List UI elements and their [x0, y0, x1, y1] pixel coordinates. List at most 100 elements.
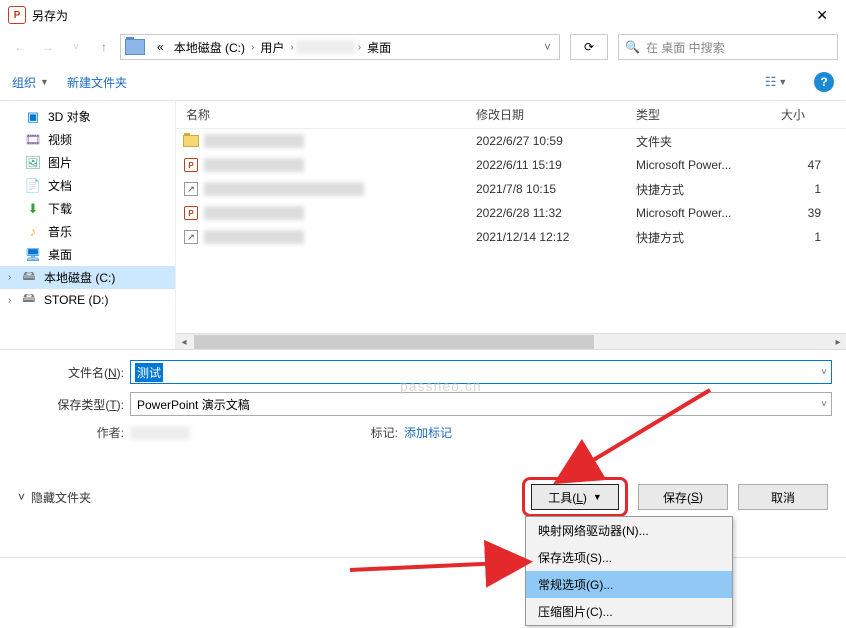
file-row[interactable]: ↗ 2021/7/8 10:15快捷方式1 — [176, 177, 846, 201]
sidebar-item-downloads[interactable]: ⬇下载 — [0, 197, 175, 220]
address-bar[interactable]: « 本地磁盘 (C:) › 用户 › › 桌面 ˅ — [120, 34, 560, 60]
chevron-down-icon: ▼ — [593, 492, 602, 502]
file-type: Microsoft Power... — [636, 158, 781, 172]
nav-back-button[interactable]: ← — [8, 35, 32, 59]
app-icon: P — [8, 6, 26, 24]
download-icon: ⬇ — [24, 201, 42, 217]
file-size: 1 — [781, 182, 821, 196]
menu-item-general-options[interactable]: 常规选项(G)... — [526, 571, 732, 598]
scroll-thumb[interactable] — [194, 335, 594, 349]
sidebar-item-pictures[interactable]: 🖼图片 — [0, 151, 175, 174]
view-options-button[interactable]: ☷▼ — [756, 72, 796, 92]
menu-item-save-options[interactable]: 保存选项(S)... — [526, 544, 732, 571]
file-size: 47 — [781, 158, 821, 172]
filetype-select[interactable]: PowerPoint 演示文稿 ˅ — [130, 392, 832, 416]
add-tag-link[interactable]: 添加标记 — [404, 424, 452, 441]
image-icon: 🖼 — [24, 155, 42, 171]
author-value-blurred[interactable] — [130, 426, 190, 440]
sidebar-item-drive-d[interactable]: ›🖴STORE (D:) — [0, 289, 175, 311]
menu-item-map-drive[interactable]: 映射网络驱动器(N)... — [526, 517, 732, 544]
horizontal-scrollbar[interactable]: ◂ ▸ — [176, 333, 846, 349]
filetype-label: 保存类型(T): — [14, 396, 130, 413]
chevron-right-icon: › — [251, 42, 254, 53]
file-type: 快捷方式 — [636, 229, 781, 246]
menu-item-compress-pictures[interactable]: 压缩图片(C)... — [526, 598, 732, 625]
sidebar-item-videos[interactable]: 🎞视频 — [0, 128, 175, 151]
file-row[interactable]: P 2022/6/28 11:32Microsoft Power...39 — [176, 201, 846, 225]
window-title: 另存为 — [32, 7, 68, 24]
drive-icon: 🖴 — [20, 270, 38, 286]
column-header-type[interactable]: 类型 — [636, 106, 781, 123]
folder-icon — [183, 135, 199, 147]
file-name-blurred — [204, 182, 364, 196]
chevron-right-icon: › — [358, 42, 361, 53]
search-input[interactable]: 🔍 在 桌面 中搜索 — [618, 34, 838, 60]
scroll-right-icon[interactable]: ▸ — [830, 334, 846, 350]
breadcrumb-seg[interactable]: 用户 — [256, 37, 288, 58]
chevron-down-icon: ˅ — [18, 490, 25, 504]
annotation-highlight-box: 工具(L) ▼ — [522, 477, 628, 517]
sidebar-item-documents[interactable]: 📄文档 — [0, 174, 175, 197]
breadcrumb-seg[interactable]: 本地磁盘 (C:) — [170, 37, 249, 58]
sidebar-item-music[interactable]: ♪音乐 — [0, 220, 175, 243]
sidebar: ▣3D 对象 🎞视频 🖼图片 📄文档 ⬇下载 ♪音乐 🖥桌面 ›🖴本地磁盘 (C… — [0, 101, 175, 349]
file-date: 2022/6/28 11:32 — [476, 206, 636, 220]
file-row[interactable]: 2022/6/27 10:59文件夹 — [176, 129, 846, 153]
nav-forward-button[interactable]: → — [36, 35, 60, 59]
caret-icon[interactable]: › — [8, 272, 11, 283]
sidebar-item-drive-c[interactable]: ›🖴本地磁盘 (C:) — [0, 266, 175, 289]
save-button[interactable]: 保存(S) — [638, 484, 728, 510]
sidebar-item-desktop[interactable]: 🖥桌面 — [0, 243, 175, 266]
film-icon: 🎞 — [24, 132, 42, 148]
breadcrumb-seg[interactable]: 桌面 — [363, 37, 395, 58]
chevron-down-icon[interactable]: ˅ — [821, 367, 827, 378]
organize-button[interactable]: 组织▼ — [12, 74, 49, 91]
file-row[interactable]: ↗ 2021/12/14 12:12快捷方式1 — [176, 225, 846, 249]
music-icon: ♪ — [24, 224, 42, 240]
breadcrumb-prefix: « — [153, 38, 168, 56]
help-button[interactable]: ? — [814, 72, 834, 92]
file-type: Microsoft Power... — [636, 206, 781, 220]
filename-label: 文件名(N): — [14, 364, 130, 381]
chevron-down-icon[interactable]: ˅ — [821, 399, 827, 410]
tools-dropdown-menu: 映射网络驱动器(N)... 保存选项(S)... 常规选项(G)... 压缩图片… — [525, 516, 733, 626]
file-date: 2021/12/14 12:12 — [476, 230, 636, 244]
desktop-icon: 🖥 — [24, 247, 42, 263]
file-row[interactable]: P2022/6/11 15:19Microsoft Power...47 — [176, 153, 846, 177]
scroll-left-icon[interactable]: ◂ — [176, 334, 192, 350]
nav-up-button[interactable]: ↑ — [92, 35, 116, 59]
file-date: 2021/7/8 10:15 — [476, 182, 636, 196]
column-header-date[interactable]: 修改日期 — [476, 106, 636, 123]
file-list: 名称 修改日期 类型 大小 2022/6/27 10:59文件夹P2022/6/… — [175, 101, 846, 349]
search-placeholder: 在 桌面 中搜索 — [646, 39, 725, 56]
column-header-size[interactable]: 大小 — [781, 106, 831, 123]
file-size: 39 — [781, 206, 821, 220]
cancel-button[interactable]: 取消 — [738, 484, 828, 510]
shortcut-icon: ↗ — [184, 182, 198, 196]
file-size: 1 — [781, 230, 821, 244]
hide-folders-toggle[interactable]: ˅ 隐藏文件夹 — [18, 489, 91, 506]
column-header-name[interactable]: 名称 — [176, 106, 476, 123]
file-date: 2022/6/27 10:59 — [476, 134, 636, 148]
file-name-blurred — [204, 134, 304, 148]
caret-icon[interactable]: › — [8, 295, 11, 306]
address-dropdown-icon[interactable]: ˅ — [536, 40, 559, 54]
file-type: 快捷方式 — [636, 181, 781, 198]
filename-input[interactable]: 测试 ˅ — [130, 360, 832, 384]
filetype-value: PowerPoint 演示文稿 — [137, 396, 250, 413]
file-date: 2022/6/11 15:19 — [476, 158, 636, 172]
chevron-right-icon: › — [290, 42, 293, 53]
shortcut-icon: ↗ — [184, 230, 198, 244]
breadcrumb-seg-blurred[interactable] — [296, 40, 356, 54]
tools-button[interactable]: 工具(L) ▼ — [531, 484, 619, 510]
cube-icon: ▣ — [24, 109, 42, 125]
author-label: 作者: — [14, 424, 130, 441]
close-button[interactable]: ✕ — [806, 3, 838, 28]
file-name-blurred — [204, 158, 304, 172]
refresh-button[interactable]: ⟳ — [570, 34, 608, 60]
ppt-icon: P — [184, 206, 198, 220]
sidebar-item-3dobjects[interactable]: ▣3D 对象 — [0, 105, 175, 128]
tag-label: 标记: — [350, 424, 404, 441]
new-folder-button[interactable]: 新建文件夹 — [67, 74, 127, 91]
nav-recent-button[interactable]: ˅ — [64, 35, 88, 59]
